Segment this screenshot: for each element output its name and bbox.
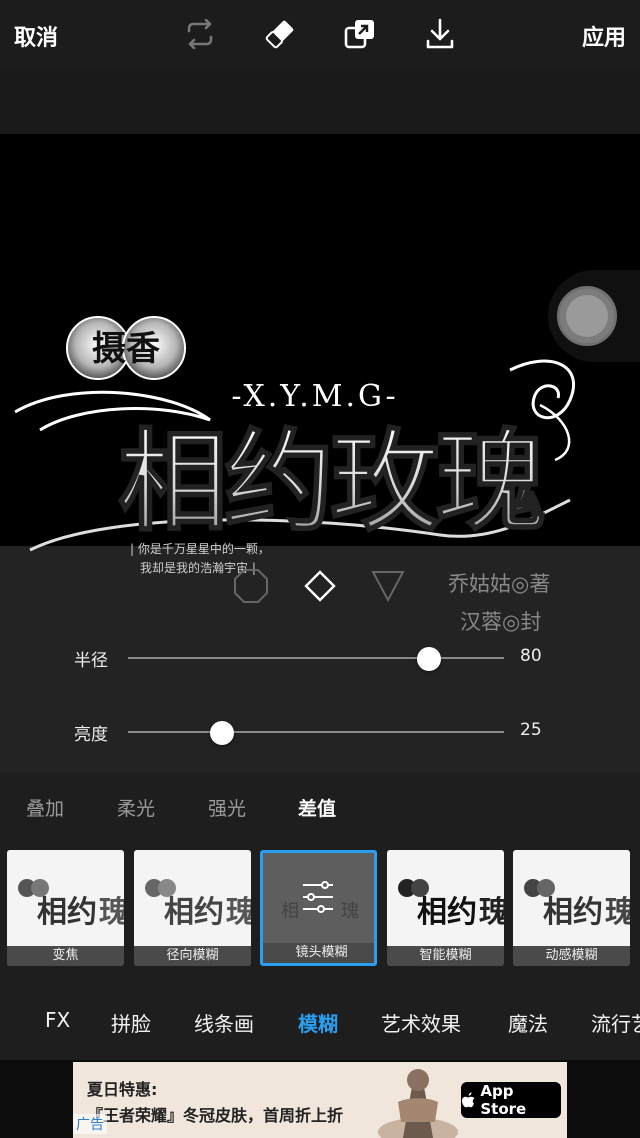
apple-icon	[461, 1092, 475, 1108]
effect-thumbnail: 相约瑰	[7, 850, 124, 946]
blend-hard-light[interactable]: 强光	[208, 794, 246, 821]
download-icon[interactable]	[422, 16, 458, 52]
badge-text: 摄香	[92, 329, 160, 369]
ad-headline: 夏日特惠:	[87, 1080, 158, 1099]
brightness-label: 亮度	[74, 725, 108, 745]
effect-label: 变焦	[7, 946, 124, 966]
effect-item[interactable]: 相约瑰 径向模糊	[134, 850, 251, 966]
credit-cover: 汉蓉◎封	[460, 610, 542, 634]
blend-mode-bar: 叠加 柔光 强光 差值	[0, 772, 640, 838]
effect-item[interactable]: 相瑰 镜头模糊	[260, 850, 377, 966]
category-artistic[interactable]: 艺术效果	[381, 1008, 461, 1037]
brightness-slider-row: 亮度 25	[0, 712, 640, 752]
effect-item[interactable]: 相约瑰 变焦	[7, 850, 124, 966]
effect-label: 动感模糊	[513, 946, 630, 966]
blend-difference[interactable]: 差值	[298, 794, 336, 821]
svg-text:相约: 相约	[37, 895, 97, 930]
svg-text:相约: 相约	[164, 895, 224, 930]
effect-item[interactable]: 相约瑰 智能模糊	[387, 850, 504, 966]
radius-thumb[interactable]	[416, 647, 441, 671]
effect-thumbnail: 相约瑰	[134, 850, 251, 946]
radius-value: 80	[520, 646, 542, 666]
cancel-button[interactable]: 取消	[14, 20, 58, 52]
artwork-title: 相约玫瑰	[118, 417, 544, 546]
credit-author: 乔姑姑◎著	[448, 572, 551, 596]
effect-thumbnail: 相约瑰	[387, 850, 504, 946]
svg-text:瑰: 瑰	[605, 895, 630, 930]
radius-label: 半径	[74, 651, 108, 671]
svg-text:瑰: 瑰	[226, 895, 251, 930]
svg-text:相约: 相约	[543, 895, 603, 930]
svg-text:瑰: 瑰	[479, 895, 504, 930]
radius-slider-row: 半径 80	[0, 638, 640, 678]
apply-button[interactable]: 应用	[582, 20, 626, 52]
effect-thumbnail: 相约瑰	[513, 850, 630, 946]
swap-icon[interactable]	[182, 16, 218, 52]
app-store-button[interactable]: App Store	[461, 1082, 561, 1118]
brightness-value: 25	[520, 720, 542, 740]
category-blur[interactable]: 模糊	[298, 1008, 338, 1037]
blend-soft-light[interactable]: 柔光	[117, 794, 155, 821]
category-magic[interactable]: 魔法	[508, 1008, 548, 1037]
radius-track[interactable]	[128, 657, 504, 659]
svg-text:瑰: 瑰	[99, 895, 124, 930]
ad-tag: 广告	[73, 1114, 107, 1134]
artwork-subtitle: -X.Y.M.G-	[231, 379, 398, 414]
triangle-down-icon[interactable]	[371, 571, 405, 603]
category-fx[interactable]: FX	[45, 1008, 70, 1032]
ad-banner[interactable]: 夏日特惠: 『王者荣耀』冬冠皮肤，首周折上折 广告 App Store	[73, 1062, 567, 1138]
ad-description: 『王者荣耀』冬冠皮肤，首周折上折	[87, 1106, 344, 1125]
svg-text:相约: 相约	[417, 895, 477, 930]
title-artwork: 摄香 -X.Y.M.G- 相约玫瑰 | 你是千万星星中的一颗， 我却是我的浩瀚宇…	[10, 310, 610, 600]
top-toolbar: 取消 应用	[0, 0, 640, 68]
layer-copy-icon[interactable]	[342, 16, 378, 52]
svg-text:瑰: 瑰	[341, 901, 359, 922]
brightness-thumb[interactable]	[210, 721, 234, 745]
effect-label: 径向模糊	[134, 946, 251, 966]
effect-thumbnail: 相瑰	[263, 853, 374, 949]
effect-item[interactable]: 相约瑰 动感模糊	[513, 850, 630, 966]
effect-strip: 相约瑰 变焦 相约瑰 径向模糊 相瑰 镜头模糊 相约瑰 智能模糊 相约瑰 动感模…	[0, 838, 640, 978]
artwork-tagline-1: | 你是千万星星中的一颗，	[130, 541, 270, 556]
category-bar: FX 拼脸 线条画 模糊 艺术效果 魔法 流行艺	[0, 978, 640, 1060]
svg-text:相: 相	[281, 901, 299, 922]
brightness-track[interactable]	[128, 731, 504, 733]
shape-selector	[230, 566, 410, 606]
octagon-icon[interactable]	[234, 569, 268, 603]
effect-label: 智能模糊	[387, 946, 504, 966]
ad-character-image	[373, 1062, 463, 1138]
category-line-art[interactable]: 线条画	[194, 1008, 254, 1037]
app-store-label: App Store	[480, 1082, 527, 1118]
category-face-swap[interactable]: 拼脸	[111, 1008, 151, 1037]
effect-label: 镜头模糊	[263, 943, 374, 963]
blend-overlay[interactable]: 叠加	[26, 794, 64, 821]
eraser-icon[interactable]	[262, 16, 298, 52]
canvas-margin	[0, 68, 640, 134]
diamond-icon[interactable]	[304, 570, 336, 602]
category-pop-art[interactable]: 流行艺	[591, 1008, 640, 1037]
